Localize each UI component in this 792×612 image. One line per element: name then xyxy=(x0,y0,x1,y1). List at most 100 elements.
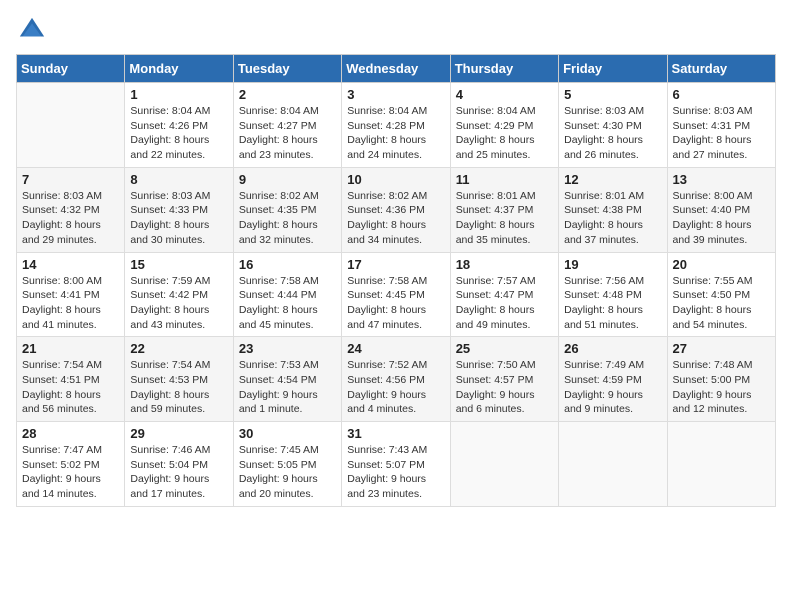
calendar-cell: 18 Sunrise: 7:57 AM Sunset: 4:47 PM Dayli… xyxy=(450,252,558,337)
day-number: 11 xyxy=(456,172,553,187)
day-info: Sunrise: 8:03 AM Sunset: 4:33 PM Dayligh… xyxy=(130,189,227,248)
weekday-header-thursday: Thursday xyxy=(450,55,558,83)
day-number: 1 xyxy=(130,87,227,102)
day-info: Sunrise: 7:58 AM Sunset: 4:44 PM Dayligh… xyxy=(239,274,336,333)
day-number: 31 xyxy=(347,426,444,441)
calendar-cell: 11 Sunrise: 8:01 AM Sunset: 4:37 PM Dayli… xyxy=(450,167,558,252)
day-info: Sunrise: 7:57 AM Sunset: 4:47 PM Dayligh… xyxy=(456,274,553,333)
day-info: Sunrise: 8:04 AM Sunset: 4:26 PM Dayligh… xyxy=(130,104,227,163)
day-info: Sunrise: 8:01 AM Sunset: 4:37 PM Dayligh… xyxy=(456,189,553,248)
day-number: 24 xyxy=(347,341,444,356)
day-number: 16 xyxy=(239,257,336,272)
day-number: 26 xyxy=(564,341,661,356)
day-number: 9 xyxy=(239,172,336,187)
day-info: Sunrise: 7:52 AM Sunset: 4:56 PM Dayligh… xyxy=(347,358,444,417)
logo-icon xyxy=(18,16,46,44)
day-info: Sunrise: 8:03 AM Sunset: 4:30 PM Dayligh… xyxy=(564,104,661,163)
day-number: 5 xyxy=(564,87,661,102)
calendar-cell: 6 Sunrise: 8:03 AM Sunset: 4:31 PM Daylig… xyxy=(667,83,775,168)
calendar-cell: 3Sunrise: 8:04 AM Sunset: 4:28 PM Daylig… xyxy=(342,83,450,168)
day-info: Sunrise: 8:03 AM Sunset: 4:32 PM Dayligh… xyxy=(22,189,119,248)
calendar-table: SundayMondayTuesdayWednesdayThursdayFrid… xyxy=(16,54,776,507)
calendar-cell: 1 Sunrise: 8:04 AM Sunset: 4:26 PM Daylig… xyxy=(125,83,233,168)
calendar-week-row: 28 Sunrise: 7:47 AM Sunset: 5:02 PM Dayli… xyxy=(17,422,776,507)
calendar-cell: 8 Sunrise: 8:03 AM Sunset: 4:33 PM Daylig… xyxy=(125,167,233,252)
weekday-header-monday: Monday xyxy=(125,55,233,83)
day-number: 4 xyxy=(456,87,553,102)
weekday-header-sunday: Sunday xyxy=(17,55,125,83)
day-number: 20 xyxy=(673,257,770,272)
calendar-cell: 27 Sunrise: 7:48 AM Sunset: 5:00 PM Dayli… xyxy=(667,337,775,422)
day-number: 8 xyxy=(130,172,227,187)
day-number: 25 xyxy=(456,341,553,356)
calendar-header-row: SundayMondayTuesdayWednesdayThursdayFrid… xyxy=(17,55,776,83)
day-number: 27 xyxy=(673,341,770,356)
calendar-cell: 31 Sunrise: 7:43 AM Sunset: 5:07 PM Dayli… xyxy=(342,422,450,507)
day-info: Sunrise: 7:55 AM Sunset: 4:50 PM Dayligh… xyxy=(673,274,770,333)
calendar-cell: 30Sunrise: 7:45 AM Sunset: 5:05 PM Dayli… xyxy=(233,422,341,507)
day-info: Sunrise: 7:54 AM Sunset: 4:51 PM Dayligh… xyxy=(22,358,119,417)
calendar-cell: 26 Sunrise: 7:49 AM Sunset: 4:59 PM Dayli… xyxy=(559,337,667,422)
calendar-cell: 20 Sunrise: 7:55 AM Sunset: 4:50 PM Dayli… xyxy=(667,252,775,337)
day-number: 2 xyxy=(239,87,336,102)
calendar-cell: 10Sunrise: 8:02 AM Sunset: 4:36 PM Dayli… xyxy=(342,167,450,252)
day-info: Sunrise: 8:04 AM Sunset: 4:28 PM Dayligh… xyxy=(347,104,444,163)
calendar-cell xyxy=(667,422,775,507)
weekday-header-wednesday: Wednesday xyxy=(342,55,450,83)
calendar-cell: 16 Sunrise: 7:58 AM Sunset: 4:44 PM Dayli… xyxy=(233,252,341,337)
day-number: 28 xyxy=(22,426,119,441)
day-number: 19 xyxy=(564,257,661,272)
calendar-cell xyxy=(17,83,125,168)
calendar-cell xyxy=(559,422,667,507)
day-info: Sunrise: 8:04 AM Sunset: 4:29 PM Dayligh… xyxy=(456,104,553,163)
day-info: Sunrise: 7:46 AM Sunset: 5:04 PM Dayligh… xyxy=(130,443,227,502)
logo xyxy=(16,16,46,44)
day-info: Sunrise: 7:48 AM Sunset: 5:00 PM Dayligh… xyxy=(673,358,770,417)
day-number: 17 xyxy=(347,257,444,272)
day-info: Sunrise: 7:59 AM Sunset: 4:42 PM Dayligh… xyxy=(130,274,227,333)
calendar-cell: 19 Sunrise: 7:56 AM Sunset: 4:48 PM Dayli… xyxy=(559,252,667,337)
day-info: Sunrise: 7:58 AM Sunset: 4:45 PM Dayligh… xyxy=(347,274,444,333)
day-info: Sunrise: 8:00 AM Sunset: 4:41 PM Dayligh… xyxy=(22,274,119,333)
day-number: 22 xyxy=(130,341,227,356)
day-number: 6 xyxy=(673,87,770,102)
day-info: Sunrise: 8:04 AM Sunset: 4:27 PM Dayligh… xyxy=(239,104,336,163)
calendar-cell: 28 Sunrise: 7:47 AM Sunset: 5:02 PM Dayli… xyxy=(17,422,125,507)
day-info: Sunrise: 7:43 AM Sunset: 5:07 PM Dayligh… xyxy=(347,443,444,502)
calendar-cell: 25 Sunrise: 7:50 AM Sunset: 4:57 PM Dayli… xyxy=(450,337,558,422)
calendar-cell: 17 Sunrise: 7:58 AM Sunset: 4:45 PM Dayli… xyxy=(342,252,450,337)
day-info: Sunrise: 7:50 AM Sunset: 4:57 PM Dayligh… xyxy=(456,358,553,417)
day-info: Sunrise: 8:01 AM Sunset: 4:38 PM Dayligh… xyxy=(564,189,661,248)
calendar-cell: 13Sunrise: 8:00 AM Sunset: 4:40 PM Dayli… xyxy=(667,167,775,252)
day-number: 30 xyxy=(239,426,336,441)
day-info: Sunrise: 7:49 AM Sunset: 4:59 PM Dayligh… xyxy=(564,358,661,417)
calendar-week-row: 7 Sunrise: 8:03 AM Sunset: 4:32 PM Daylig… xyxy=(17,167,776,252)
day-number: 15 xyxy=(130,257,227,272)
calendar-week-row: 21 Sunrise: 7:54 AM Sunset: 4:51 PM Dayli… xyxy=(17,337,776,422)
page-header xyxy=(16,16,776,44)
day-number: 7 xyxy=(22,172,119,187)
calendar-cell: 15 Sunrise: 7:59 AM Sunset: 4:42 PM Dayli… xyxy=(125,252,233,337)
day-number: 23 xyxy=(239,341,336,356)
calendar-cell: 24 Sunrise: 7:52 AM Sunset: 4:56 PM Dayli… xyxy=(342,337,450,422)
day-number: 18 xyxy=(456,257,553,272)
day-info: Sunrise: 8:03 AM Sunset: 4:31 PM Dayligh… xyxy=(673,104,770,163)
day-info: Sunrise: 8:02 AM Sunset: 4:35 PM Dayligh… xyxy=(239,189,336,248)
calendar-cell: 9 Sunrise: 8:02 AM Sunset: 4:35 PM Daylig… xyxy=(233,167,341,252)
day-number: 14 xyxy=(22,257,119,272)
calendar-cell: 4 Sunrise: 8:04 AM Sunset: 4:29 PM Daylig… xyxy=(450,83,558,168)
weekday-header-friday: Friday xyxy=(559,55,667,83)
calendar-cell: 22Sunrise: 7:54 AM Sunset: 4:53 PM Dayli… xyxy=(125,337,233,422)
calendar-cell: 2 Sunrise: 8:04 AM Sunset: 4:27 PM Daylig… xyxy=(233,83,341,168)
weekday-header-tuesday: Tuesday xyxy=(233,55,341,83)
day-number: 10 xyxy=(347,172,444,187)
calendar-week-row: 14 Sunrise: 8:00 AM Sunset: 4:41 PM Dayli… xyxy=(17,252,776,337)
day-number: 13 xyxy=(673,172,770,187)
day-info: Sunrise: 7:56 AM Sunset: 4:48 PM Dayligh… xyxy=(564,274,661,333)
day-number: 29 xyxy=(130,426,227,441)
day-number: 21 xyxy=(22,341,119,356)
day-number: 12 xyxy=(564,172,661,187)
calendar-week-row: 1 Sunrise: 8:04 AM Sunset: 4:26 PM Daylig… xyxy=(17,83,776,168)
day-info: Sunrise: 7:47 AM Sunset: 5:02 PM Dayligh… xyxy=(22,443,119,502)
calendar-cell: 12 Sunrise: 8:01 AM Sunset: 4:38 PM Dayli… xyxy=(559,167,667,252)
